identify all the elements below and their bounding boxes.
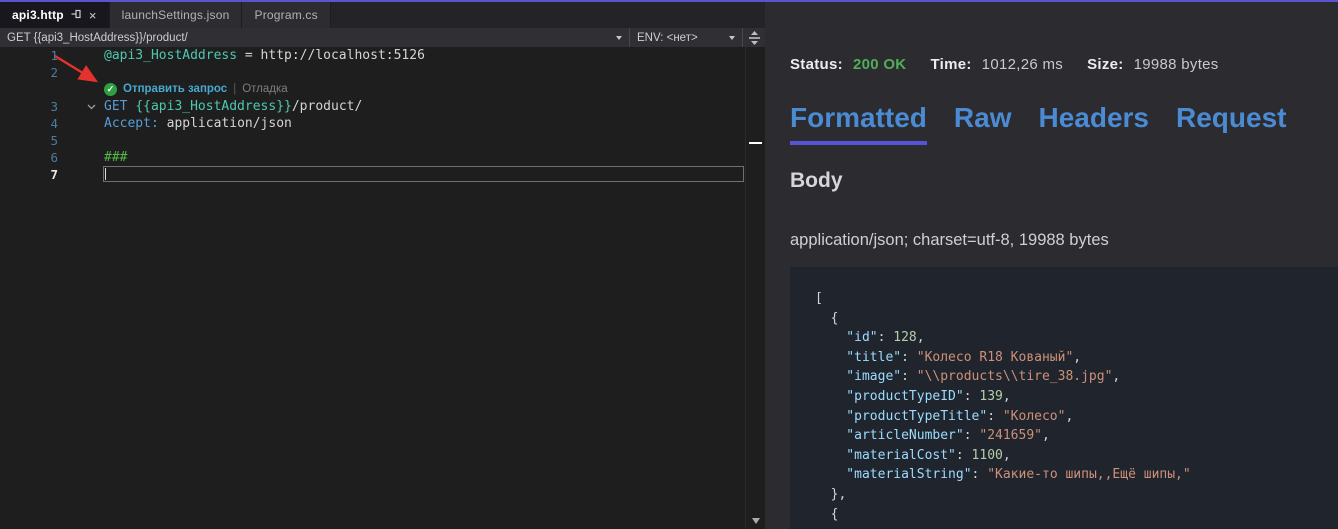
- env-selector-value: ENV: <нет>: [637, 32, 698, 44]
- json-line: "articleNumber": "241659",: [815, 426, 1338, 446]
- http-request-toolbar: GET {{api3_HostAddress}}/product/ ENV: <…: [0, 28, 765, 47]
- tab-label: launchSettings.json: [122, 8, 230, 22]
- request-delimiter: ###: [104, 150, 127, 165]
- request-selector-value: GET {{api3_HostAddress}}/product/: [7, 32, 188, 44]
- editor-line[interactable]: 3 GET {{api3_HostAddress}}/product/: [0, 98, 745, 115]
- line-number: 2: [0, 64, 58, 81]
- json-line: "id": 128,: [815, 328, 1338, 348]
- tab-formatted[interactable]: Formatted: [790, 102, 927, 145]
- codelens-row: ✓ Отправить запрос | Отладка: [0, 81, 745, 98]
- response-status-row: Status: 200 OK Time: 1012,26 ms Size: 19…: [790, 56, 1219, 73]
- variable-declaration: @api3_HostAddress: [104, 48, 237, 63]
- code-editor[interactable]: 1 @api3_HostAddress = http://localhost:5…: [0, 47, 745, 529]
- size-label: Size:: [1087, 56, 1124, 73]
- editor-line[interactable]: 4 Accept: application/json: [0, 115, 745, 132]
- scroll-down-arrow-icon[interactable]: [752, 518, 760, 524]
- text-caret: [105, 168, 106, 180]
- json-line: "productTypeTitle": "Колесо",: [815, 407, 1338, 427]
- request-selector[interactable]: GET {{api3_HostAddress}}/product/: [0, 28, 630, 47]
- env-selector[interactable]: ENV: <нет>: [630, 28, 743, 47]
- json-line: [: [815, 289, 1338, 309]
- line-number: 3: [0, 98, 58, 115]
- response-panel: Status: 200 OK Time: 1012,26 ms Size: 19…: [765, 2, 1338, 529]
- line-number: 7: [0, 166, 58, 183]
- tab-raw[interactable]: Raw: [954, 102, 1012, 145]
- chevron-down-icon: [616, 36, 622, 40]
- pin-icon[interactable]: [71, 8, 82, 22]
- split-editor-icon[interactable]: [748, 31, 761, 45]
- response-view-tabs: Formatted Raw Headers Request: [790, 102, 1286, 145]
- send-request-link[interactable]: Отправить запрос: [123, 81, 227, 98]
- line-number: 6: [0, 149, 58, 166]
- editor-line[interactable]: 2: [0, 64, 745, 81]
- tab-headers[interactable]: Headers: [1038, 102, 1149, 145]
- line-number: 1: [0, 47, 58, 64]
- editor-line[interactable]: 6 ###: [0, 149, 745, 166]
- header-name: Accept:: [104, 116, 159, 131]
- codelens-separator: |: [233, 81, 236, 98]
- editor-line[interactable]: 1 @api3_HostAddress = http://localhost:5…: [0, 47, 745, 64]
- tab-label: api3.http: [12, 8, 64, 22]
- editor-line-active[interactable]: 7: [0, 166, 745, 183]
- line-number: 5: [0, 132, 58, 149]
- line-number: 4: [0, 115, 58, 132]
- debug-request-link[interactable]: Отладка: [242, 81, 287, 98]
- json-line: {: [815, 309, 1338, 329]
- caret-position-marker: [749, 142, 762, 144]
- chevron-down-icon: [729, 36, 735, 40]
- size-value: 19988 bytes: [1134, 56, 1219, 73]
- json-line: "productTypeID": 139,: [815, 387, 1338, 407]
- json-line: "title": "Колесо R18 Кованый",: [815, 348, 1338, 368]
- tab-launchsettings-json[interactable]: launchSettings.json: [110, 2, 243, 28]
- close-icon[interactable]: ×: [89, 9, 97, 22]
- json-line: "image": "\\products\\tire_38.jpg",: [815, 367, 1338, 387]
- response-body-json: [ { "id": 128, "title": "Колесо R18 Кова…: [790, 267, 1338, 529]
- http-method: GET: [104, 99, 135, 114]
- fold-chevron-icon[interactable]: [87, 98, 96, 115]
- time-label: Time:: [930, 56, 971, 73]
- tab-program-cs[interactable]: Program.cs: [242, 2, 330, 28]
- time-value: 1012,26 ms: [982, 56, 1063, 73]
- json-line: {: [815, 505, 1338, 525]
- status-label: Status:: [790, 56, 843, 73]
- variable-reference: {{api3_HostAddress}}: [135, 99, 292, 114]
- check-icon: ✓: [104, 83, 117, 96]
- editor-scrollbar[interactable]: [745, 47, 765, 529]
- content-type-info: application/json; charset=utf-8, 19988 b…: [790, 231, 1109, 250]
- status-value: 200 OK: [853, 56, 907, 73]
- editor-line[interactable]: 5: [0, 132, 745, 149]
- current-line-border: [103, 166, 744, 182]
- json-line: },: [815, 485, 1338, 505]
- tab-label: Program.cs: [254, 8, 317, 22]
- tab-request[interactable]: Request: [1176, 102, 1286, 145]
- body-heading: Body: [790, 169, 843, 193]
- tab-api3-http[interactable]: api3.http ×: [0, 2, 110, 28]
- json-line: "materialCost": 1100,: [815, 446, 1338, 466]
- json-line: "materialString": "Какие-то шипы,,Ещё ши…: [815, 465, 1338, 485]
- window-accent-border: [0, 0, 1338, 2]
- document-tab-bar: api3.http × launchSettings.json Program.…: [0, 2, 765, 28]
